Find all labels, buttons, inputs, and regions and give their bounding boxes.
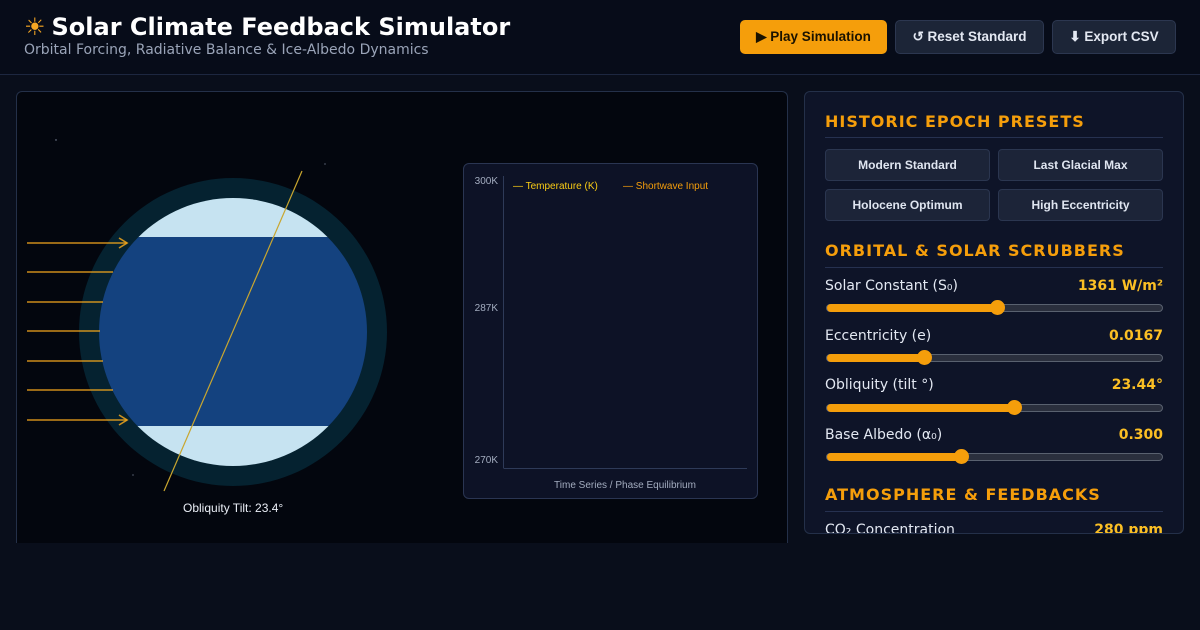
y-tick-label: 300K (475, 176, 499, 187)
slider-fill (827, 404, 1015, 412)
slider-thumb[interactable] (916, 350, 932, 365)
legend-temperature: — Temperature (K) (513, 181, 598, 192)
orbital-section-title: ORBITAL & SOLAR SCRUBBERS (825, 241, 1125, 260)
eccentricity-slider[interactable] (826, 350, 1163, 365)
slider-fill (827, 354, 925, 362)
obliquity-value: 23.44° (1111, 377, 1163, 393)
solar-constant-label: Solar Constant (S₀) (825, 278, 958, 294)
slider-fill (827, 453, 961, 461)
time-series-chart: 300K 287K 270K — Temperature (K) — Short… (463, 163, 758, 499)
preset-high-eccentricity[interactable]: High Eccentricity (998, 189, 1163, 221)
export-csv-button[interactable]: ⬇ Export CSV (1052, 20, 1176, 54)
slider-thumb[interactable] (953, 449, 969, 464)
chart-canvas: 300K 287K 270K — Temperature (K) — Short… (475, 176, 747, 491)
obliquity-label: Obliquity (tilt °) (825, 377, 934, 393)
section-divider (825, 137, 1163, 138)
eccentricity-value: 0.0167 (1108, 328, 1163, 344)
y-tick-label: 270K (475, 455, 499, 466)
star (55, 139, 57, 141)
base-albedo-slider[interactable] (826, 449, 1163, 464)
section-divider (825, 511, 1163, 512)
obliquity-slider[interactable] (826, 400, 1163, 415)
presets-section-title: HISTORIC EPOCH PRESETS (825, 112, 1085, 131)
base-albedo-label: Base Albedo (α₀) (825, 427, 943, 443)
co2-concentration-label: CO₂ Concentration (825, 522, 955, 534)
solar-constant-value: 1361 W/m² (1077, 278, 1163, 294)
preset-modern-standard[interactable]: Modern Standard (825, 149, 990, 181)
star (132, 474, 134, 476)
eccentricity-label: Eccentricity (e) (825, 328, 932, 344)
app-header: ☀ Solar Climate Feedback Simulator Orbita… (0, 0, 1200, 75)
slider-thumb[interactable] (1007, 400, 1023, 415)
control-panel: HISTORIC EPOCH PRESETS Modern Standard L… (804, 91, 1184, 534)
obliquity-tilt-label: Obliquity Tilt: 23.4° (183, 501, 284, 515)
preset-last-glacial-max[interactable]: Last Glacial Max (998, 149, 1163, 181)
page-subtitle: Orbital Forcing, Radiative Balance & Ice… (24, 42, 429, 58)
simulation-viewport: Obliquity Tilt: 23.4° 300K 287K 270K — T… (16, 91, 788, 543)
y-tick-label: 287K (475, 303, 499, 314)
legend-shortwave: — Shortwave Input (623, 181, 708, 192)
slider-fill (827, 304, 998, 312)
base-albedo-value: 0.300 (1118, 427, 1163, 443)
page-title-text: Solar Climate Feedback Simulator (51, 13, 511, 41)
solar-constant-slider[interactable] (826, 300, 1163, 315)
star (324, 163, 326, 165)
preset-holocene-optimum[interactable]: Holocene Optimum (825, 189, 990, 221)
chart-x-label: Time Series / Phase Equilibrium (554, 480, 696, 491)
section-divider (825, 267, 1163, 268)
slider-thumb[interactable] (990, 300, 1006, 315)
atmosphere-section-title: ATMOSPHERE & FEEDBACKS (825, 485, 1101, 504)
play-simulation-button[interactable]: ▶ Play Simulation (740, 20, 887, 54)
co2-concentration-value: 280 ppm (1094, 522, 1163, 534)
page-title: ☀ Solar Climate Feedback Simulator (24, 13, 510, 41)
reset-standard-button[interactable]: ↺ Reset Standard (895, 20, 1044, 54)
sun-icon: ☀ (24, 13, 46, 41)
